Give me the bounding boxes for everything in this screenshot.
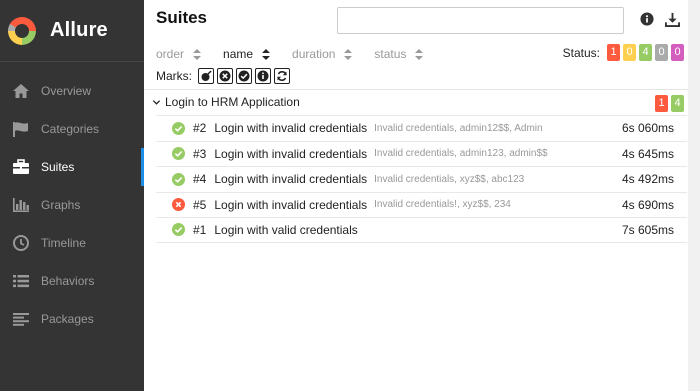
marks-filter: Marks: — [156, 68, 290, 84]
test-duration: 6s 060ms — [621, 121, 674, 136]
page-title: Suites — [156, 8, 208, 27]
test-params: Invalid credentials, admin12$$, Admin — [374, 122, 543, 134]
status-unknown-toggle[interactable]: 0 — [671, 44, 684, 61]
sidebar-item-behaviors[interactable]: Behaviors — [0, 262, 144, 300]
status-broken-toggle[interactable]: 0 — [623, 44, 636, 61]
align-left-icon — [12, 310, 30, 328]
clock-icon — [12, 234, 30, 252]
sidebar-item-label: Behaviors — [41, 274, 95, 288]
scrollbar[interactable] — [688, 0, 700, 391]
check-circle-icon — [172, 172, 185, 186]
group-failed-count: 1 — [655, 95, 668, 112]
test-duration: 4s 492ms — [621, 172, 674, 187]
status-filter-label: Status: — [562, 45, 600, 60]
test-name: Login with invalid credentials — [214, 172, 368, 187]
status-failed-toggle[interactable]: 1 — [607, 44, 620, 61]
sort-status-label: status — [374, 47, 407, 61]
test-duration: 4s 645ms — [621, 146, 674, 161]
sidebar-item-overview[interactable]: Overview — [0, 72, 144, 110]
test-number: #3 — [193, 146, 207, 161]
check-circle-icon — [172, 121, 185, 135]
status-passed-toggle[interactable]: 4 — [639, 44, 652, 61]
test-name: Login with valid credentials — [214, 222, 358, 237]
sidebar-item-graphs[interactable]: Graphs — [0, 186, 144, 224]
sort-status[interactable]: status — [374, 47, 424, 61]
search-input[interactable] — [337, 7, 624, 34]
brand[interactable]: Allure — [0, 0, 144, 62]
test-row[interactable]: #4 Login with invalid credentials Invali… — [156, 166, 687, 192]
test-row[interactable]: #5 Login with invalid credentials Invali… — [156, 191, 687, 218]
sort-order[interactable]: order — [156, 47, 202, 61]
sidebar-item-label: Packages — [41, 312, 94, 326]
check-circle-icon[interactable] — [236, 68, 252, 84]
test-number: #4 — [193, 172, 207, 187]
sidebar-item-label: Graphs — [41, 198, 81, 212]
status-skipped-toggle[interactable]: 0 — [655, 44, 668, 61]
sidebar-item-packages[interactable]: Packages — [0, 300, 144, 338]
test-duration: 4s 690ms — [621, 197, 674, 212]
suite-group-counts: 1 4 — [652, 95, 684, 112]
sort-order-label: order — [156, 47, 185, 61]
test-params: Invalid credentials, admin123, admin$$ — [374, 148, 548, 160]
times-circle-icon[interactable] — [217, 68, 233, 84]
sort-duration[interactable]: duration — [292, 47, 353, 61]
test-row[interactable]: #1 Login with valid credentials 7s 605ms — [156, 217, 687, 243]
group-passed-count: 4 — [671, 95, 684, 112]
sort-duration-label: duration — [292, 47, 336, 61]
test-row[interactable]: #2 Login with invalid credentials Invali… — [156, 115, 687, 141]
briefcase-icon — [12, 158, 30, 176]
flag-icon — [12, 120, 30, 138]
sort-arrow-icon — [193, 48, 202, 60]
test-params: Invalid credentials!, xyz$$, 234 — [374, 199, 511, 211]
suite-group-label: Login to HRM Application — [165, 95, 300, 109]
sidebar-item-categories[interactable]: Categories — [0, 110, 144, 148]
test-params: Invalid credentials, xyz$$, abc123 — [374, 173, 525, 185]
main-content: Suites order name duration status Status… — [144, 0, 700, 391]
sort-arrow-icon — [262, 48, 271, 60]
test-name: Login with invalid credentials — [214, 146, 368, 161]
sort-arrow-icon — [415, 48, 424, 60]
sidebar-nav: Overview Categories Suites Graphs Timeli… — [0, 72, 144, 338]
sidebar-item-suites[interactable]: Suites — [0, 148, 144, 186]
brand-name: Allure — [50, 19, 108, 41]
test-duration: 7s 605ms — [621, 222, 674, 237]
bar-chart-icon — [12, 196, 30, 214]
sort-name[interactable]: name — [223, 47, 271, 61]
test-number: #5 — [193, 197, 207, 212]
refresh-icon[interactable] — [274, 68, 290, 84]
test-number: #2 — [193, 121, 207, 136]
test-name: Login with invalid credentials — [214, 197, 368, 212]
sort-name-label: name — [223, 47, 254, 61]
test-name: Login with invalid credentials — [214, 121, 368, 136]
times-circle-icon — [172, 198, 185, 212]
test-row[interactable]: #3 Login with invalid credentials Invali… — [156, 140, 687, 167]
sort-bar: order name duration status — [156, 46, 445, 62]
suite-group-header[interactable]: Login to HRM Application 1 4 — [144, 90, 700, 114]
list-icon — [12, 272, 30, 290]
chevron-down-icon — [152, 99, 161, 105]
download-icon[interactable] — [663, 10, 681, 28]
check-circle-icon — [172, 147, 185, 161]
sidebar-item-label: Overview — [41, 84, 92, 98]
info-circle-icon[interactable] — [255, 68, 271, 84]
check-circle-icon — [172, 223, 185, 237]
sidebar-item-timeline[interactable]: Timeline — [0, 224, 144, 262]
allure-logo-icon — [8, 16, 36, 45]
info-icon[interactable] — [638, 10, 656, 28]
sidebar-item-label: Categories — [41, 122, 100, 136]
home-icon — [12, 82, 30, 100]
sidebar-item-label: Timeline — [41, 236, 86, 250]
sidebar-item-label: Suites — [41, 160, 75, 174]
test-list: #2 Login with invalid credentials Invali… — [156, 115, 687, 243]
status-filter: Status: 1 0 4 0 0 — [563, 44, 684, 61]
test-number: #1 — [193, 222, 207, 237]
sidebar: Allure Overview Categories Suites Graphs — [0, 0, 144, 391]
sort-arrow-icon — [344, 48, 353, 60]
bomb-icon[interactable] — [198, 68, 214, 84]
marks-label: Marks: — [156, 69, 192, 83]
